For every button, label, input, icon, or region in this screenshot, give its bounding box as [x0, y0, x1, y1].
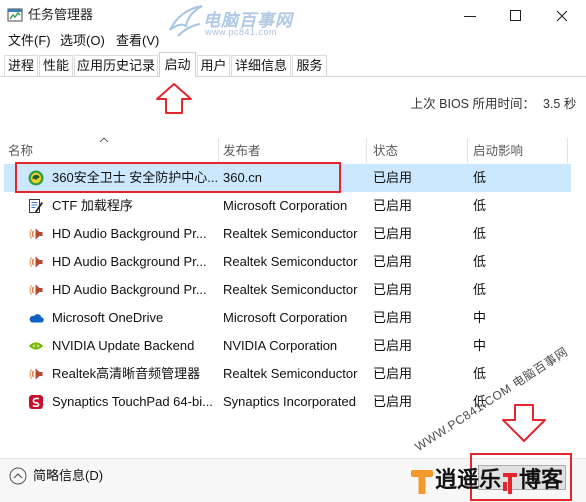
column-divider[interactable] [366, 138, 367, 163]
status: 已启用 [373, 310, 413, 325]
table-row[interactable]: Microsoft OneDrive Microsoft Corporation… [4, 304, 571, 332]
fewer-details-link[interactable]: 简略信息(D) [33, 468, 103, 484]
blog-logo-text: 博客 [519, 467, 564, 492]
publisher: Microsoft Corporation [223, 310, 348, 325]
menu-view[interactable]: 查看(V) [116, 33, 159, 49]
tab-performance[interactable]: 性能 [39, 55, 73, 76]
annotation-highlight-box [15, 162, 341, 193]
startup-app-name: HD Audio Background Pr... [52, 226, 207, 241]
status: 已启用 [373, 254, 413, 269]
startup-impact: 低 [473, 282, 487, 297]
publisher: Realtek Semiconductor [223, 366, 358, 381]
startup-app-name: HD Audio Background Pr... [52, 254, 207, 269]
sort-up-chevron-icon [99, 137, 109, 143]
table-row[interactable]: NVIDIA Update Backend NVIDIA Corporation… [4, 332, 571, 360]
close-button[interactable] [539, 0, 585, 31]
chevron-up-circle-icon[interactable] [9, 467, 27, 485]
column-divider[interactable] [218, 138, 219, 163]
column-divider[interactable] [467, 138, 468, 163]
tab-services[interactable]: 服务 [292, 55, 327, 76]
publisher: Realtek Semiconductor [223, 226, 358, 241]
tab-users[interactable]: 用户 [197, 55, 230, 76]
minimize-icon [464, 15, 476, 17]
status: 已启用 [373, 366, 413, 381]
ctf-loader-icon [28, 198, 44, 214]
startup-app-name: NVIDIA Update Backend [52, 338, 195, 353]
startup-impact: 低 [473, 170, 487, 185]
publisher: Realtek Semiconductor [223, 254, 358, 269]
status: 已启用 [373, 394, 413, 409]
publisher: Microsoft Corporation [223, 198, 348, 213]
blog-logo-mark-icon [411, 470, 433, 494]
watermark-site-url: www.pc841.com [205, 27, 278, 37]
startup-impact: 低 [473, 226, 487, 241]
tab-details[interactable]: 详细信息 [231, 55, 291, 76]
startup-impact: 低 [473, 254, 487, 269]
speaker-icon [28, 254, 44, 270]
annotation-arrow-down [502, 404, 546, 442]
blog-logo-text: 逍遥乐 [435, 467, 502, 492]
menu-options[interactable]: 选项(O) [60, 33, 105, 49]
bios-time-value: 3.5 秒 [543, 97, 577, 111]
blog-logo-red-glyph-icon [503, 473, 517, 494]
column-header-startup-impact[interactable]: 启动影响 [473, 144, 523, 159]
watermark-bird-logo [166, 0, 206, 40]
status: 已启用 [373, 338, 413, 353]
column-header-name[interactable]: 名称 [8, 144, 33, 159]
startup-app-name: CTF 加载程序 [52, 198, 133, 213]
status: 已启用 [373, 282, 413, 297]
startup-app-name: HD Audio Background Pr... [52, 282, 207, 297]
startup-impact: 低 [473, 198, 487, 213]
status: 已启用 [373, 226, 413, 241]
bios-time-label: 上次 BIOS 所用时间： [410, 97, 535, 111]
task-manager-icon [7, 7, 23, 23]
annotation-arrow-up [156, 83, 192, 114]
synaptics-icon [28, 394, 44, 410]
window-title: 任务管理器 [28, 7, 94, 22]
maximize-icon [510, 9, 521, 21]
minimize-button[interactable] [447, 0, 493, 31]
onedrive-icon [28, 310, 44, 326]
nvidia-icon [28, 338, 44, 354]
startup-impact: 中 [473, 310, 487, 325]
speaker-icon [28, 226, 44, 242]
speaker-icon [28, 282, 44, 298]
menu-file[interactable]: 文件(F) [8, 33, 51, 49]
startup-app-name: Microsoft OneDrive [52, 310, 164, 325]
column-header-publisher[interactable]: 发布者 [223, 144, 261, 159]
startup-app-name: Synaptics TouchPad 64-bi... [52, 394, 213, 409]
close-icon [556, 10, 568, 21]
publisher: Realtek Semiconductor [223, 282, 358, 297]
speaker-icon [28, 366, 44, 382]
table-row[interactable]: HD Audio Background Pr... Realtek Semico… [4, 220, 571, 248]
tab-startup[interactable]: 启动 [159, 52, 196, 77]
maximize-button[interactable] [493, 0, 539, 31]
tab-strip-divider [0, 76, 586, 77]
table-row[interactable]: HD Audio Background Pr... Realtek Semico… [4, 276, 571, 304]
column-header-status[interactable]: 状态 [373, 144, 398, 159]
task-manager-window: 任务管理器 电脑百事网 www.pc841.com 文件(F) 选项(O) 查看… [0, 0, 586, 502]
table-row[interactable]: Realtek高清晰音频管理器 Realtek Semiconductor 已启… [4, 360, 571, 388]
startup-app-name: Realtek高清晰音频管理器 [52, 366, 201, 381]
publisher: Synaptics Incorporated [223, 394, 356, 409]
status: 已启用 [373, 170, 413, 185]
column-divider[interactable] [567, 138, 568, 163]
table-row[interactable]: CTF 加载程序 Microsoft Corporation 已启用 低 [4, 192, 571, 220]
tab-app-history[interactable]: 应用历史记录 [74, 55, 158, 76]
status: 已启用 [373, 198, 413, 213]
tab-processes[interactable]: 进程 [4, 55, 38, 76]
table-row[interactable]: HD Audio Background Pr... Realtek Semico… [4, 248, 571, 276]
publisher: NVIDIA Corporation [223, 338, 338, 353]
